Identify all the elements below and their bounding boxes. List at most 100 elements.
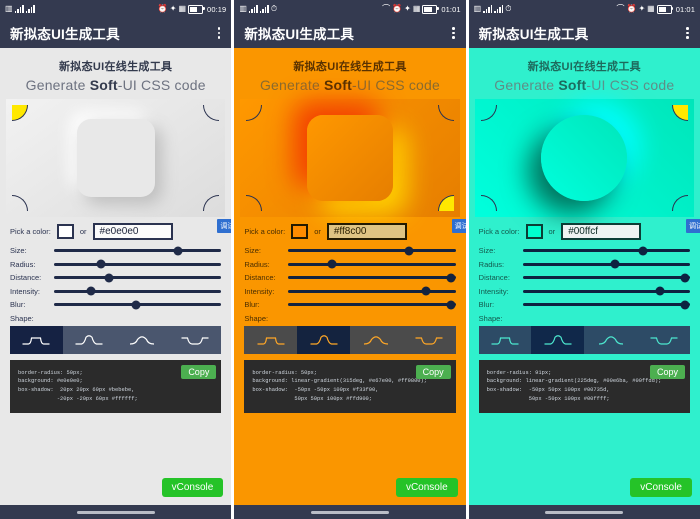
kebab-menu-icon[interactable] xyxy=(683,24,692,42)
radius-slider-knob[interactable] xyxy=(96,259,106,269)
page-spacer xyxy=(234,413,465,519)
page-spacer xyxy=(0,413,231,519)
shape-option-convex[interactable] xyxy=(115,325,169,354)
blur-slider-knob[interactable] xyxy=(680,300,690,309)
radius-slider[interactable] xyxy=(54,259,222,269)
corner-selector-top-left[interactable] xyxy=(480,105,497,121)
shape-option-pressed[interactable] xyxy=(168,325,222,354)
system-nav-bar xyxy=(234,505,466,519)
size-slider[interactable] xyxy=(54,246,222,255)
slider-row-size: Size: xyxy=(244,246,456,255)
intensity-slider-knob[interactable] xyxy=(421,286,431,296)
shape-label: Shape: xyxy=(244,313,269,323)
intensity-slider[interactable] xyxy=(288,286,456,296)
copy-button[interactable]: Copy xyxy=(415,364,451,379)
shape-option-flat[interactable] xyxy=(478,325,532,354)
status-bar-clock: 00:19 xyxy=(207,4,227,14)
corner-selector-top-left[interactable] xyxy=(12,105,28,121)
corner-selector-top-right[interactable] xyxy=(437,105,454,121)
controls-panel: 调试 Pick a color: or #00ffcf Size: Radius… xyxy=(469,217,700,414)
size-slider-knob[interactable] xyxy=(173,246,183,255)
shape-option-convex[interactable] xyxy=(349,325,403,354)
vibrate-icon: ▦ xyxy=(178,4,187,13)
radius-slider-knob[interactable] xyxy=(327,259,337,269)
distance-slider-knob[interactable] xyxy=(104,273,114,282)
battery-icon xyxy=(188,4,205,14)
corner-selector-bottom-right[interactable] xyxy=(203,195,220,211)
size-slider-knob[interactable] xyxy=(404,246,414,255)
blur-slider[interactable] xyxy=(54,300,222,309)
size-slider[interactable] xyxy=(522,246,690,255)
corner-selector-bottom-left[interactable] xyxy=(246,195,263,211)
distance-slider-knob[interactable] xyxy=(680,273,690,282)
css-code-block: Copy border-radius: 91px; background: li… xyxy=(478,359,690,414)
intensity-slider-knob[interactable] xyxy=(86,286,96,296)
home-indicator[interactable] xyxy=(76,510,155,514)
page-title-cn: 新拟态UI在线生成工具 xyxy=(527,61,641,73)
blur-label: Blur: xyxy=(244,300,260,309)
home-indicator[interactable] xyxy=(545,510,624,514)
signal-icon xyxy=(25,5,35,13)
shape-option-flat[interactable] xyxy=(10,325,63,354)
corner-selector-top-left[interactable] xyxy=(246,105,263,121)
or-label: or xyxy=(79,227,87,236)
vconsole-button[interactable]: vConsole xyxy=(395,478,458,497)
distance-slider[interactable] xyxy=(288,273,456,282)
distance-slider-knob[interactable] xyxy=(446,273,456,282)
kebab-menu-icon[interactable] xyxy=(449,24,458,42)
copy-button[interactable]: Copy xyxy=(649,364,685,379)
corner-selector-top-right[interactable] xyxy=(671,105,688,121)
radius-slider[interactable] xyxy=(288,259,456,269)
shape-option-flat[interactable] xyxy=(244,325,298,354)
corner-selector-bottom-left[interactable] xyxy=(12,195,28,211)
page-title-cn: 新拟态UI在线生成工具 xyxy=(59,61,173,73)
size-label: Size: xyxy=(244,246,262,255)
vconsole-button[interactable]: vConsole xyxy=(630,478,692,497)
intensity-slider[interactable] xyxy=(522,286,690,296)
hex-color-input[interactable]: #00ffcf xyxy=(561,223,642,240)
sim-icon: ▥ xyxy=(473,4,482,13)
slider-row-radius: Radius: xyxy=(244,259,456,269)
shape-option-concave[interactable] xyxy=(62,325,116,354)
hex-color-input[interactable]: #ff8c00 xyxy=(326,223,407,240)
home-indicator[interactable] xyxy=(310,510,389,514)
color-swatch[interactable] xyxy=(525,224,543,239)
shape-option-convex[interactable] xyxy=(584,325,638,354)
debug-button[interactable]: 调试 xyxy=(685,219,700,233)
debug-button[interactable]: 调试 xyxy=(451,219,466,233)
app-title-bar: 新拟态UI生成工具 xyxy=(468,18,700,48)
debug-button[interactable]: 调试 xyxy=(217,219,232,233)
alarm-icon: ⏱ xyxy=(505,4,512,13)
corner-selector-top-right[interactable] xyxy=(203,105,220,121)
pick-a-color-label: Pick a color: xyxy=(10,227,51,236)
blur-slider[interactable] xyxy=(522,300,690,309)
shape-option-concave[interactable] xyxy=(297,325,350,354)
hex-color-input[interactable]: #e0e0e0 xyxy=(92,223,173,240)
blur-slider-knob[interactable] xyxy=(131,300,141,309)
intensity-slider[interactable] xyxy=(54,286,222,296)
slider-row-distance: Distance: xyxy=(10,273,222,282)
blur-slider[interactable] xyxy=(288,300,456,309)
shape-option-concave[interactable] xyxy=(531,325,585,354)
radius-slider[interactable] xyxy=(522,259,690,269)
color-swatch[interactable] xyxy=(291,224,309,239)
shape-option-pressed[interactable] xyxy=(637,325,690,354)
size-slider-knob[interactable] xyxy=(638,246,648,255)
vconsole-button[interactable]: vConsole xyxy=(161,478,224,497)
corner-selector-bottom-right[interactable] xyxy=(437,195,454,211)
radius-slider-knob[interactable] xyxy=(610,259,620,269)
copy-button[interactable]: Copy xyxy=(181,364,217,379)
status-bar-left-icons: ▥ ⏱ xyxy=(239,5,277,13)
kebab-menu-icon[interactable] xyxy=(215,24,224,42)
blur-slider-knob[interactable] xyxy=(446,300,456,309)
corner-selector-bottom-right[interactable] xyxy=(671,195,688,211)
shape-label: Shape: xyxy=(478,313,503,323)
distance-slider[interactable] xyxy=(54,273,222,282)
color-swatch[interactable] xyxy=(56,224,74,239)
distance-slider[interactable] xyxy=(522,273,690,282)
slider-row-size: Size: xyxy=(479,246,690,255)
shape-option-pressed[interactable] xyxy=(402,325,456,354)
intensity-slider-knob[interactable] xyxy=(655,286,665,296)
size-slider[interactable] xyxy=(288,246,456,255)
corner-selector-bottom-left[interactable] xyxy=(480,195,497,211)
